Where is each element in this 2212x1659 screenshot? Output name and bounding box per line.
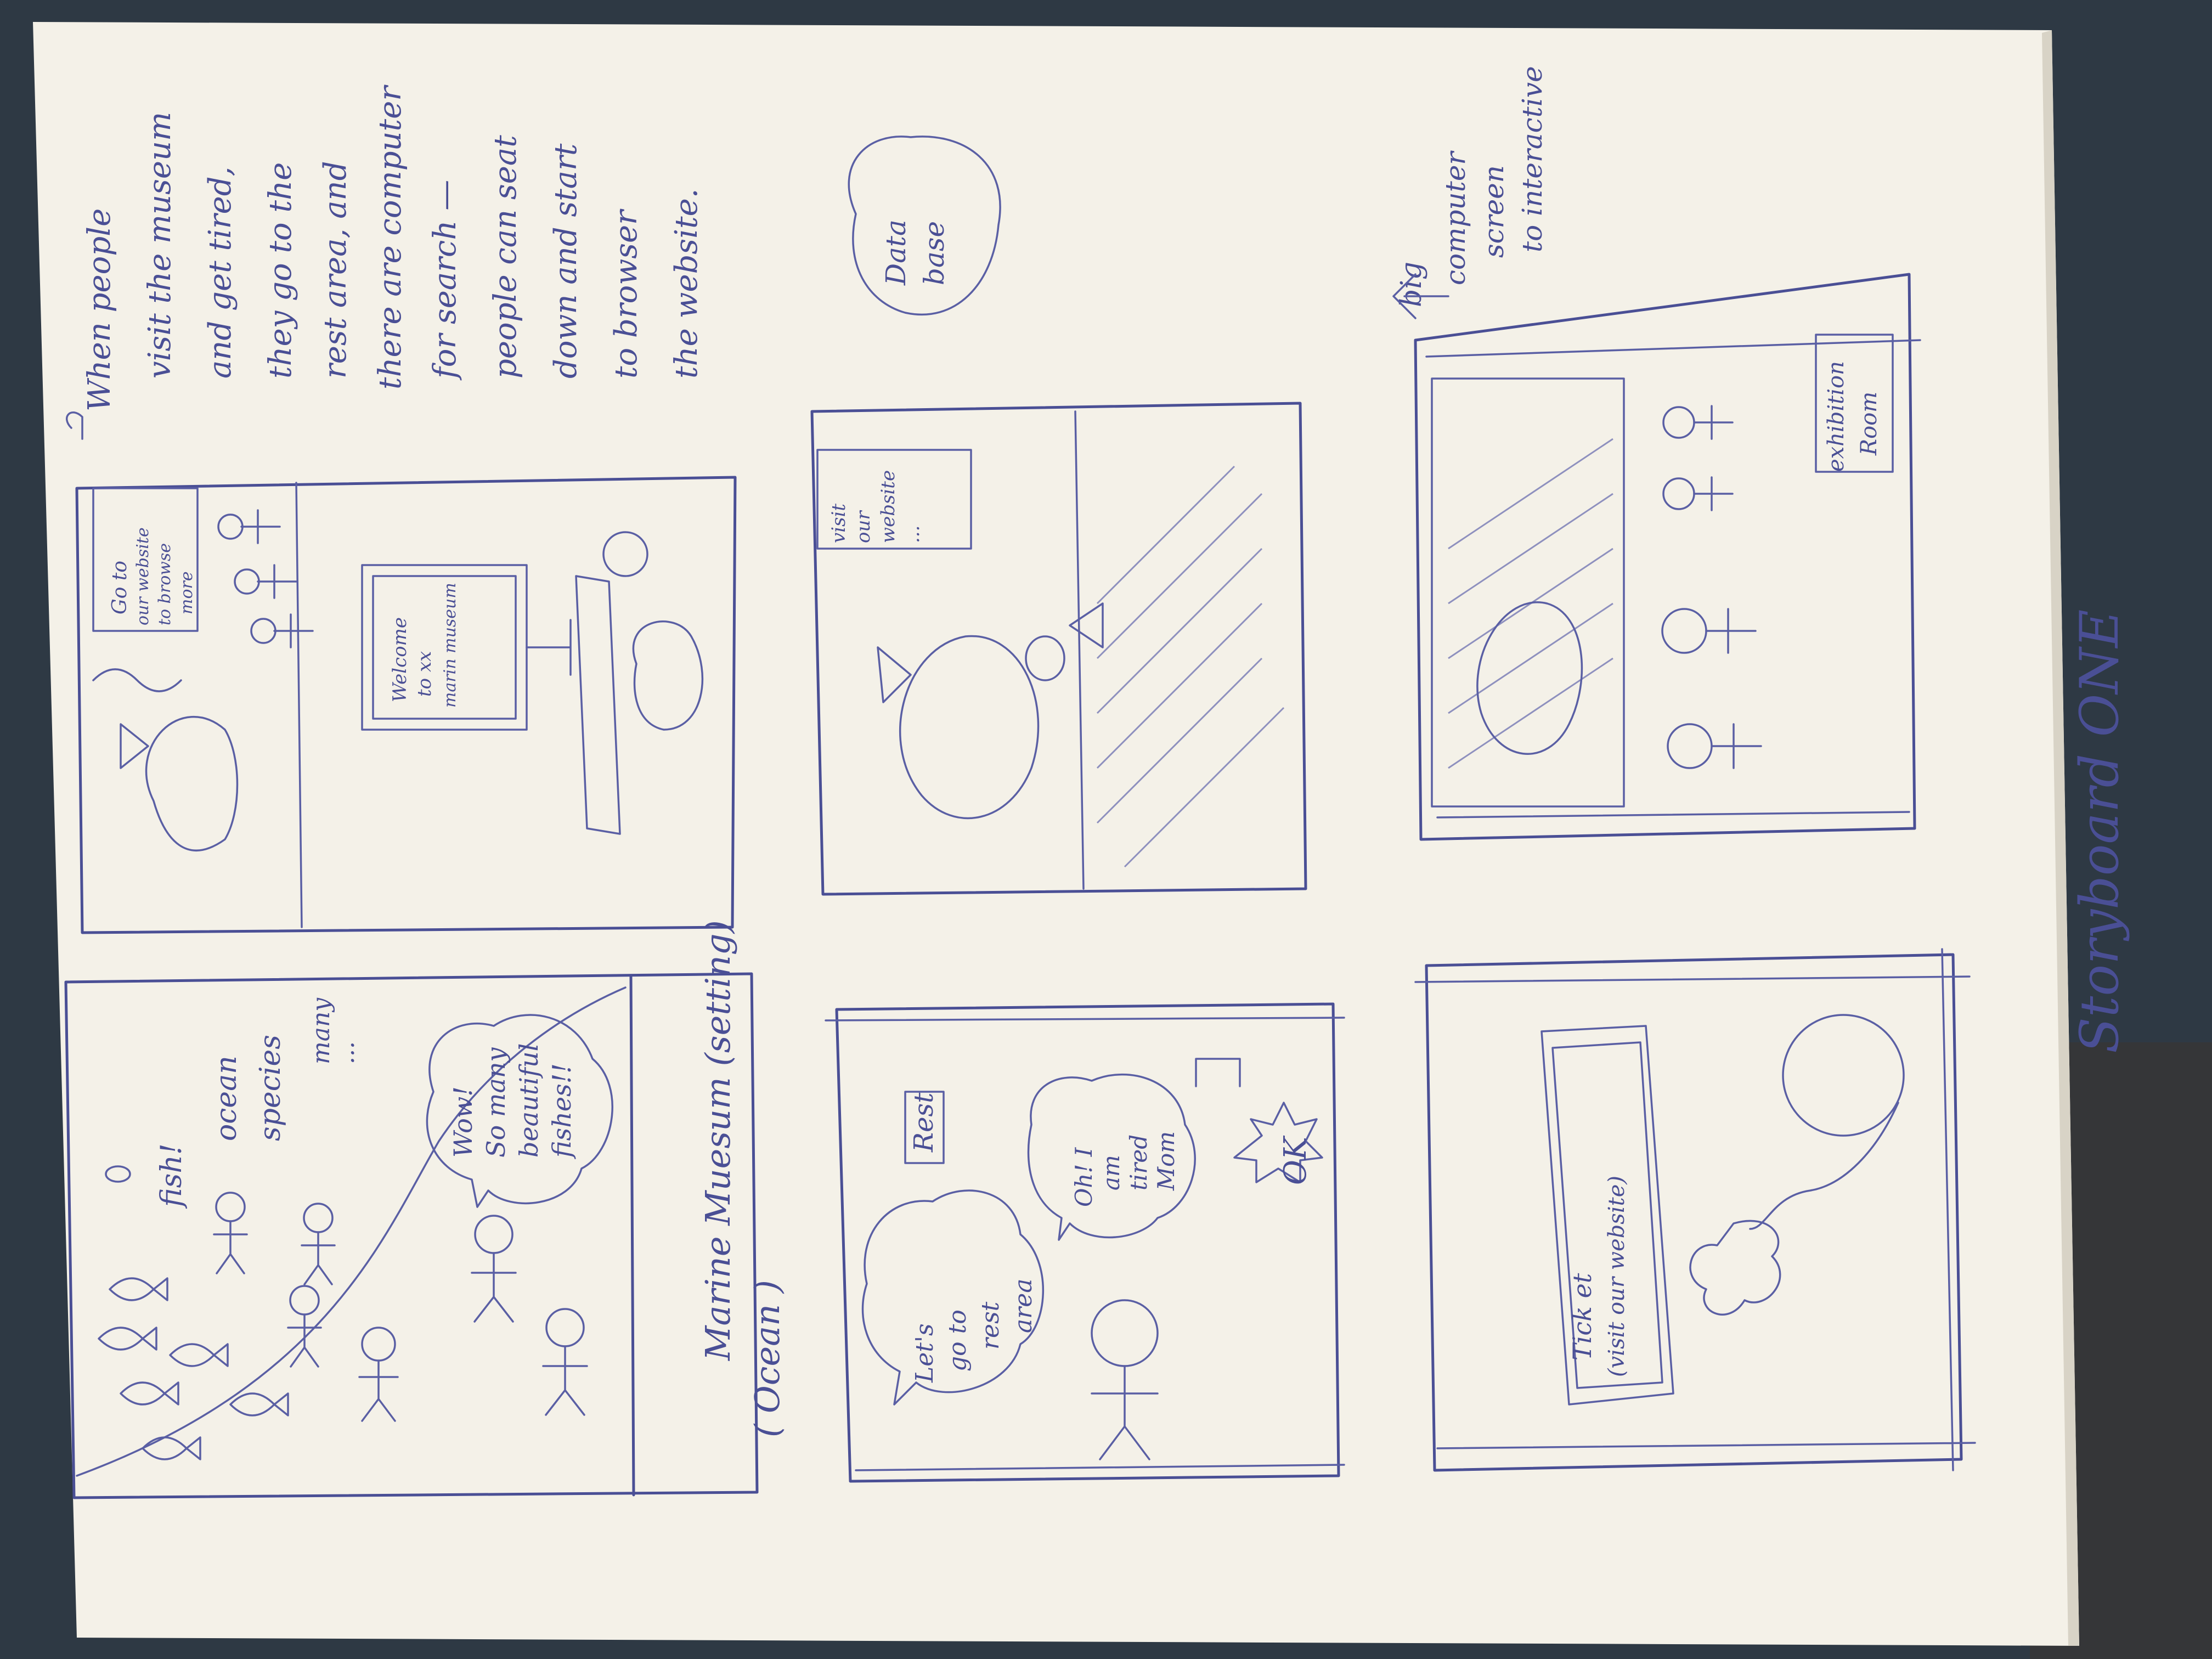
note-line-7: for search — — [427, 180, 463, 381]
screen-line-3: marin museum — [441, 583, 460, 708]
storyboard-title: Storyboard ONE — [2069, 610, 2130, 1053]
note-line-9: down and start — [548, 143, 584, 379]
screen-line-2: to xx — [414, 651, 436, 697]
lets-line-3: rest — [977, 1301, 1005, 1350]
label-ocean: ocean — [210, 1056, 243, 1141]
label-many: many — [307, 997, 335, 1064]
note-line-3: and get tired, — [202, 167, 238, 379]
bubble-line-4: fishes!! — [547, 1063, 577, 1159]
lets-line-4: area — [1009, 1278, 1037, 1333]
database-line-1: Data — [880, 219, 912, 286]
rest-sign-text: Rest — [909, 1092, 939, 1153]
note-line-8: people can seat — [488, 135, 523, 379]
note-line-6: there are computer — [373, 84, 408, 390]
panel-caption-main: Marine Muesum (setting) — [698, 920, 738, 1361]
exhibition-line-1: exhibition — [1824, 361, 1849, 472]
side-note-line-2: computer — [1440, 150, 1471, 285]
site-line-1: visit — [828, 504, 850, 543]
database-line-2: base — [918, 221, 950, 285]
side-note-line-1: big — [1395, 262, 1428, 307]
ok-text: OK — [1278, 1135, 1313, 1185]
note-line-2: visit the museum — [142, 112, 178, 379]
label-fish: fish! — [155, 1143, 188, 1209]
bubble-line-3: beautiful — [514, 1043, 544, 1158]
note-line-1: When people — [82, 208, 117, 411]
panel-caption-sub: ( Ocean ) — [747, 1280, 787, 1437]
note-line-11: the website. — [669, 188, 704, 379]
label-species: species — [254, 1035, 287, 1141]
exhibition-line-2: Room — [1857, 392, 1882, 456]
site-line-2: our — [853, 510, 874, 543]
storyboard-title-group: Storyboard ONE — [2069, 610, 2130, 1053]
tired-line-4: Mom — [1153, 1131, 1180, 1191]
browse-line-1: Go to — [109, 561, 131, 614]
note-line-10: to browser — [608, 208, 644, 379]
ticket-line-2: (visit our website) — [1604, 1176, 1629, 1377]
screen-line-1: Welcome — [389, 617, 411, 702]
site-line-3: website — [877, 470, 899, 543]
lets-line-2: go to — [944, 1310, 972, 1372]
note-line-4: they go to the — [263, 162, 298, 379]
bubble-line-2: So many — [481, 1047, 511, 1158]
side-note-line-4: to interactive — [1516, 66, 1548, 252]
ticket-line-1: Tick et — [1567, 1273, 1597, 1361]
note-line-5: rest area, and — [318, 161, 353, 379]
tired-line-1: Oh! I — [1070, 1147, 1097, 1207]
bubble-line-1: Wow! — [448, 1086, 478, 1158]
browse-line-4: more — [177, 571, 196, 614]
lets-line-1: Let's — [911, 1323, 939, 1383]
tired-line-3: tired — [1125, 1135, 1152, 1190]
browse-line-3: to browse — [155, 543, 174, 625]
side-note-line-3: screen — [1478, 165, 1510, 258]
storyboard-photo: Marine Muesum (setting) ( Ocean ) fish! … — [0, 0, 2212, 1659]
tired-line-2: am — [1098, 1155, 1125, 1190]
site-line-4: ... — [902, 526, 924, 543]
label-many-dots: ... — [332, 1041, 360, 1064]
browse-line-2: our website — [133, 527, 153, 625]
